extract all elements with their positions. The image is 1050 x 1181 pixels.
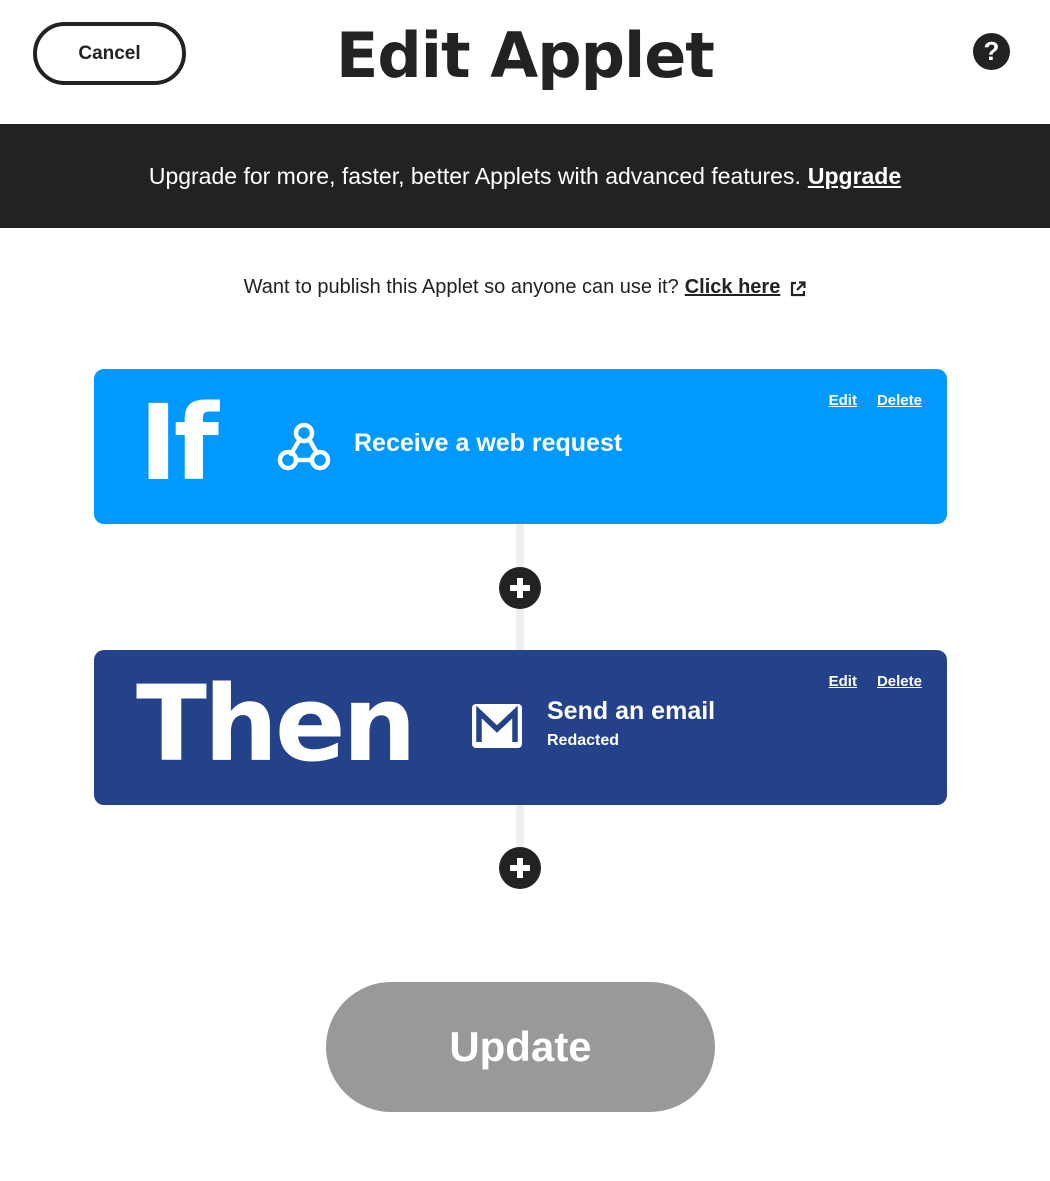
if-label: If [139,382,219,504]
trigger-card[interactable]: If Receive a web request Edit Delete [94,369,947,524]
action-title: Send an email [547,697,716,725]
help-button[interactable]: ? [973,33,1010,70]
help-icon: ? [983,36,1000,66]
publish-prompt: Want to publish this Applet so anyone ca… [0,276,1050,299]
publish-text: Want to publish this Applet so anyone ca… [243,276,679,298]
action-subtitle: Redacted [547,732,620,749]
trigger-edit-link[interactable]: Edit [829,392,857,409]
webhook-icon [276,419,332,475]
action-delete-link[interactable]: Delete [877,673,922,690]
trigger-title: Receive a web request [354,429,623,457]
plus-icon [510,858,530,878]
page-title: Edit Applet [336,19,715,92]
publish-link[interactable]: Click here [685,276,781,299]
trigger-actions: Edit Delete [829,392,922,409]
upgrade-banner: Upgrade for more, faster, better Applets… [0,124,1050,228]
upgrade-banner-text: Upgrade for more, faster, better Applets… [148,162,801,189]
external-link-icon[interactable] [790,280,806,296]
action-edit-link[interactable]: Edit [829,673,857,690]
upgrade-link[interactable]: Upgrade [808,163,901,190]
add-step-button[interactable] [499,567,541,609]
email-icon [470,702,524,750]
add-step-button[interactable] [499,847,541,889]
header: Cancel Edit Applet ? [0,0,1050,124]
update-button[interactable]: Update [326,982,715,1112]
then-label: Then [136,663,417,785]
plus-icon [510,578,530,598]
action-actions: Edit Delete [829,673,922,690]
trigger-delete-link[interactable]: Delete [877,392,922,409]
action-card[interactable]: Then Send an email Redacted Edit Delete [94,650,947,805]
